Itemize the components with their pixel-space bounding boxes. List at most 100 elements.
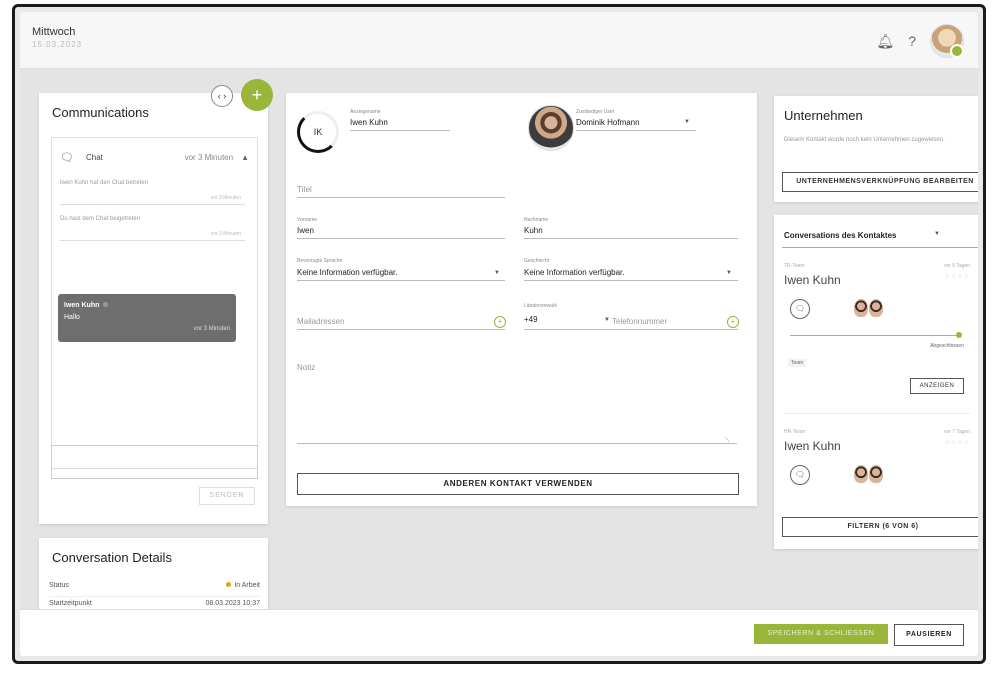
app-window: Mittwoch 15.03.2023 🔔︎ ? Communications … xyxy=(20,12,978,656)
conversation-details-title: Conversation Details xyxy=(52,550,172,565)
filter-button[interactable]: FILTERN (6 VON 6) xyxy=(782,517,978,537)
chevron-down-icon[interactable]: ▼ xyxy=(934,231,940,237)
status-value: In Arbeit xyxy=(234,582,260,589)
add-phone-icon[interactable]: + xyxy=(727,316,739,328)
gender-label: Geschlecht xyxy=(524,258,550,264)
first-name-field[interactable]: Iwen xyxy=(297,226,314,235)
reply-input[interactable] xyxy=(51,445,258,479)
message-text: Iwen Kuhn hat den Chat betreten xyxy=(60,180,149,186)
save-close-button[interactable]: SPEICHERN & SCHLIESSEN xyxy=(754,624,888,644)
message-time: vor 3 Minuten xyxy=(210,231,241,237)
underline xyxy=(524,329,738,330)
participant-avatar xyxy=(854,299,868,317)
progress-knob xyxy=(956,332,962,338)
chevron-down-icon[interactable]: ▼ xyxy=(726,270,732,276)
message-text: Du hast dem Chat beigetreten xyxy=(60,216,141,222)
first-name-label: Vorname xyxy=(297,217,318,223)
help-icon[interactable]: ? xyxy=(908,33,916,49)
underline xyxy=(524,280,738,281)
conversation-team: TR-Team xyxy=(784,263,805,269)
contact-conversations-title[interactable]: Conversations des Kontaktes xyxy=(784,231,896,240)
user-avatar[interactable] xyxy=(930,24,964,58)
send-button[interactable]: SENDEN xyxy=(199,487,255,505)
chat-icon: 🗨︎ xyxy=(60,151,74,164)
chat-ago: vor 3 Minuten xyxy=(184,152,234,162)
detail-label: Startzeitpunkt xyxy=(49,600,92,607)
detail-label: Status xyxy=(49,582,69,589)
add-email-icon[interactable]: + xyxy=(494,316,506,328)
chat-header[interactable]: 🗨︎ Chat vor 3 Minuten ▲ xyxy=(60,148,249,166)
conversation-name: Iwen Kuhn xyxy=(784,273,841,287)
underline xyxy=(524,238,738,239)
last-name-field[interactable]: Kuhn xyxy=(524,226,543,235)
owner-avatar xyxy=(528,105,574,151)
contact-initials-avatar: IK xyxy=(297,111,339,153)
active-chat-name-text: Iwen Kuhn xyxy=(64,302,100,309)
status-dot xyxy=(103,302,109,307)
chevron-down-icon[interactable]: ▼ xyxy=(684,119,690,125)
underline xyxy=(297,238,505,239)
active-chat-bubble[interactable]: Iwen Kuhn Hallo vor 3 Minuten xyxy=(58,294,236,342)
chat-label: Chat xyxy=(85,152,103,162)
footer-bar: SPEICHERN & SCHLIESSEN PAUSIEREN xyxy=(20,609,978,656)
conversation-name: Iwen Kuhn xyxy=(784,439,841,453)
add-communication-button[interactable]: + xyxy=(241,79,273,111)
detail-value: 08.03.2023 10:37 xyxy=(205,600,261,607)
notes-field[interactable]: Notiz xyxy=(297,363,315,372)
bell-icon[interactable]: 🔔︎ xyxy=(876,33,894,50)
participant-avatar xyxy=(869,299,883,317)
gender-select[interactable]: Keine Information verfügbar. xyxy=(524,268,625,277)
underline xyxy=(576,130,696,131)
underline xyxy=(297,443,737,444)
chevron-up-icon[interactable]: ▲ xyxy=(241,153,249,162)
edit-company-link-button[interactable]: UNTERNEHMENSVERKNÜPFUNG BEARBEITEN xyxy=(782,172,978,192)
underline xyxy=(297,197,505,198)
company-title: Unternehmen xyxy=(784,108,863,123)
online-status-dot xyxy=(950,44,964,58)
use-other-contact-button[interactable]: ANDEREN KONTAKT VERWENDEN xyxy=(297,473,739,495)
chevron-down-icon[interactable]: ▼ xyxy=(604,317,610,323)
pause-button[interactable]: PAUSIEREN xyxy=(894,624,964,646)
owner-label: Zuständiger User xyxy=(576,109,615,115)
weekday-label: Mittwoch xyxy=(32,26,76,38)
country-code-select[interactable]: +49 xyxy=(524,315,538,324)
language-select[interactable]: Keine Information verfügbar. xyxy=(297,268,398,277)
conversation-ago: vor 7 Tagen xyxy=(943,429,970,435)
title-field[interactable]: Titel xyxy=(297,185,312,194)
conversation-team: HR-Team xyxy=(784,429,806,435)
participants xyxy=(854,299,884,320)
progress-track xyxy=(790,335,960,336)
screen: Mittwoch 15.03.2023 🔔︎ ? Communications … xyxy=(12,4,986,664)
rating-stars: ☆☆☆☆ xyxy=(944,274,970,280)
company-note: Diesem Kontakt wurde noch kein Unternehm… xyxy=(784,137,945,143)
date-label: 15.03.2023 xyxy=(32,40,83,49)
conversation-ago: vor 5 Tagen xyxy=(943,263,970,269)
participant-avatar xyxy=(869,465,883,483)
conversation-tag: Team xyxy=(788,359,807,367)
last-name-label: Nachname xyxy=(524,217,549,223)
chat-message: Iwen Kuhn hat den Chat betreten vor 3 Mi… xyxy=(60,178,245,205)
chevron-down-icon[interactable]: ▼ xyxy=(494,270,500,276)
message-time: vor 3 Minuten xyxy=(210,195,241,201)
top-bar: Mittwoch 15.03.2023 🔔︎ ? xyxy=(20,12,978,69)
phone-field[interactable]: Telefonnummer xyxy=(612,317,667,326)
underline xyxy=(297,329,505,330)
active-chat-ago: vor 3 Minuten xyxy=(193,326,230,332)
conversation-card: TR-Team Iwen Kuhn vor 5 Tagen ☆☆☆☆ 🗨︎ Ab… xyxy=(784,263,970,414)
expand-button[interactable]: ‹ › xyxy=(211,85,233,107)
owner-select[interactable]: Dominik Hofmann xyxy=(576,118,640,127)
show-button[interactable]: ANZEIGEN xyxy=(910,378,964,394)
chat-message: Du hast dem Chat beigetreten vor 3 Minut… xyxy=(60,214,245,241)
language-label: Bevorzugte Sprache xyxy=(297,258,343,264)
contact-panel: IK Anzeigename Iwen Kuhn Zuständiger Use… xyxy=(286,93,757,506)
email-field[interactable]: Mailadressen xyxy=(297,317,345,326)
rating-stars: ☆☆☆☆ xyxy=(944,440,970,446)
conversation-card: HR-Team Iwen Kuhn vor 7 Tagen ☆☆☆☆ 🗨︎ xyxy=(784,429,970,499)
top-icons: 🔔︎ ? xyxy=(876,24,964,58)
participant-avatar xyxy=(854,465,868,483)
underline xyxy=(297,280,505,281)
active-chat-name: Iwen Kuhn xyxy=(64,302,109,309)
participants xyxy=(854,465,884,486)
display-name-field[interactable]: Iwen Kuhn xyxy=(350,118,388,127)
contact-conversations-panel: Conversations des Kontaktes ▼ TR-Team Iw… xyxy=(774,215,978,549)
